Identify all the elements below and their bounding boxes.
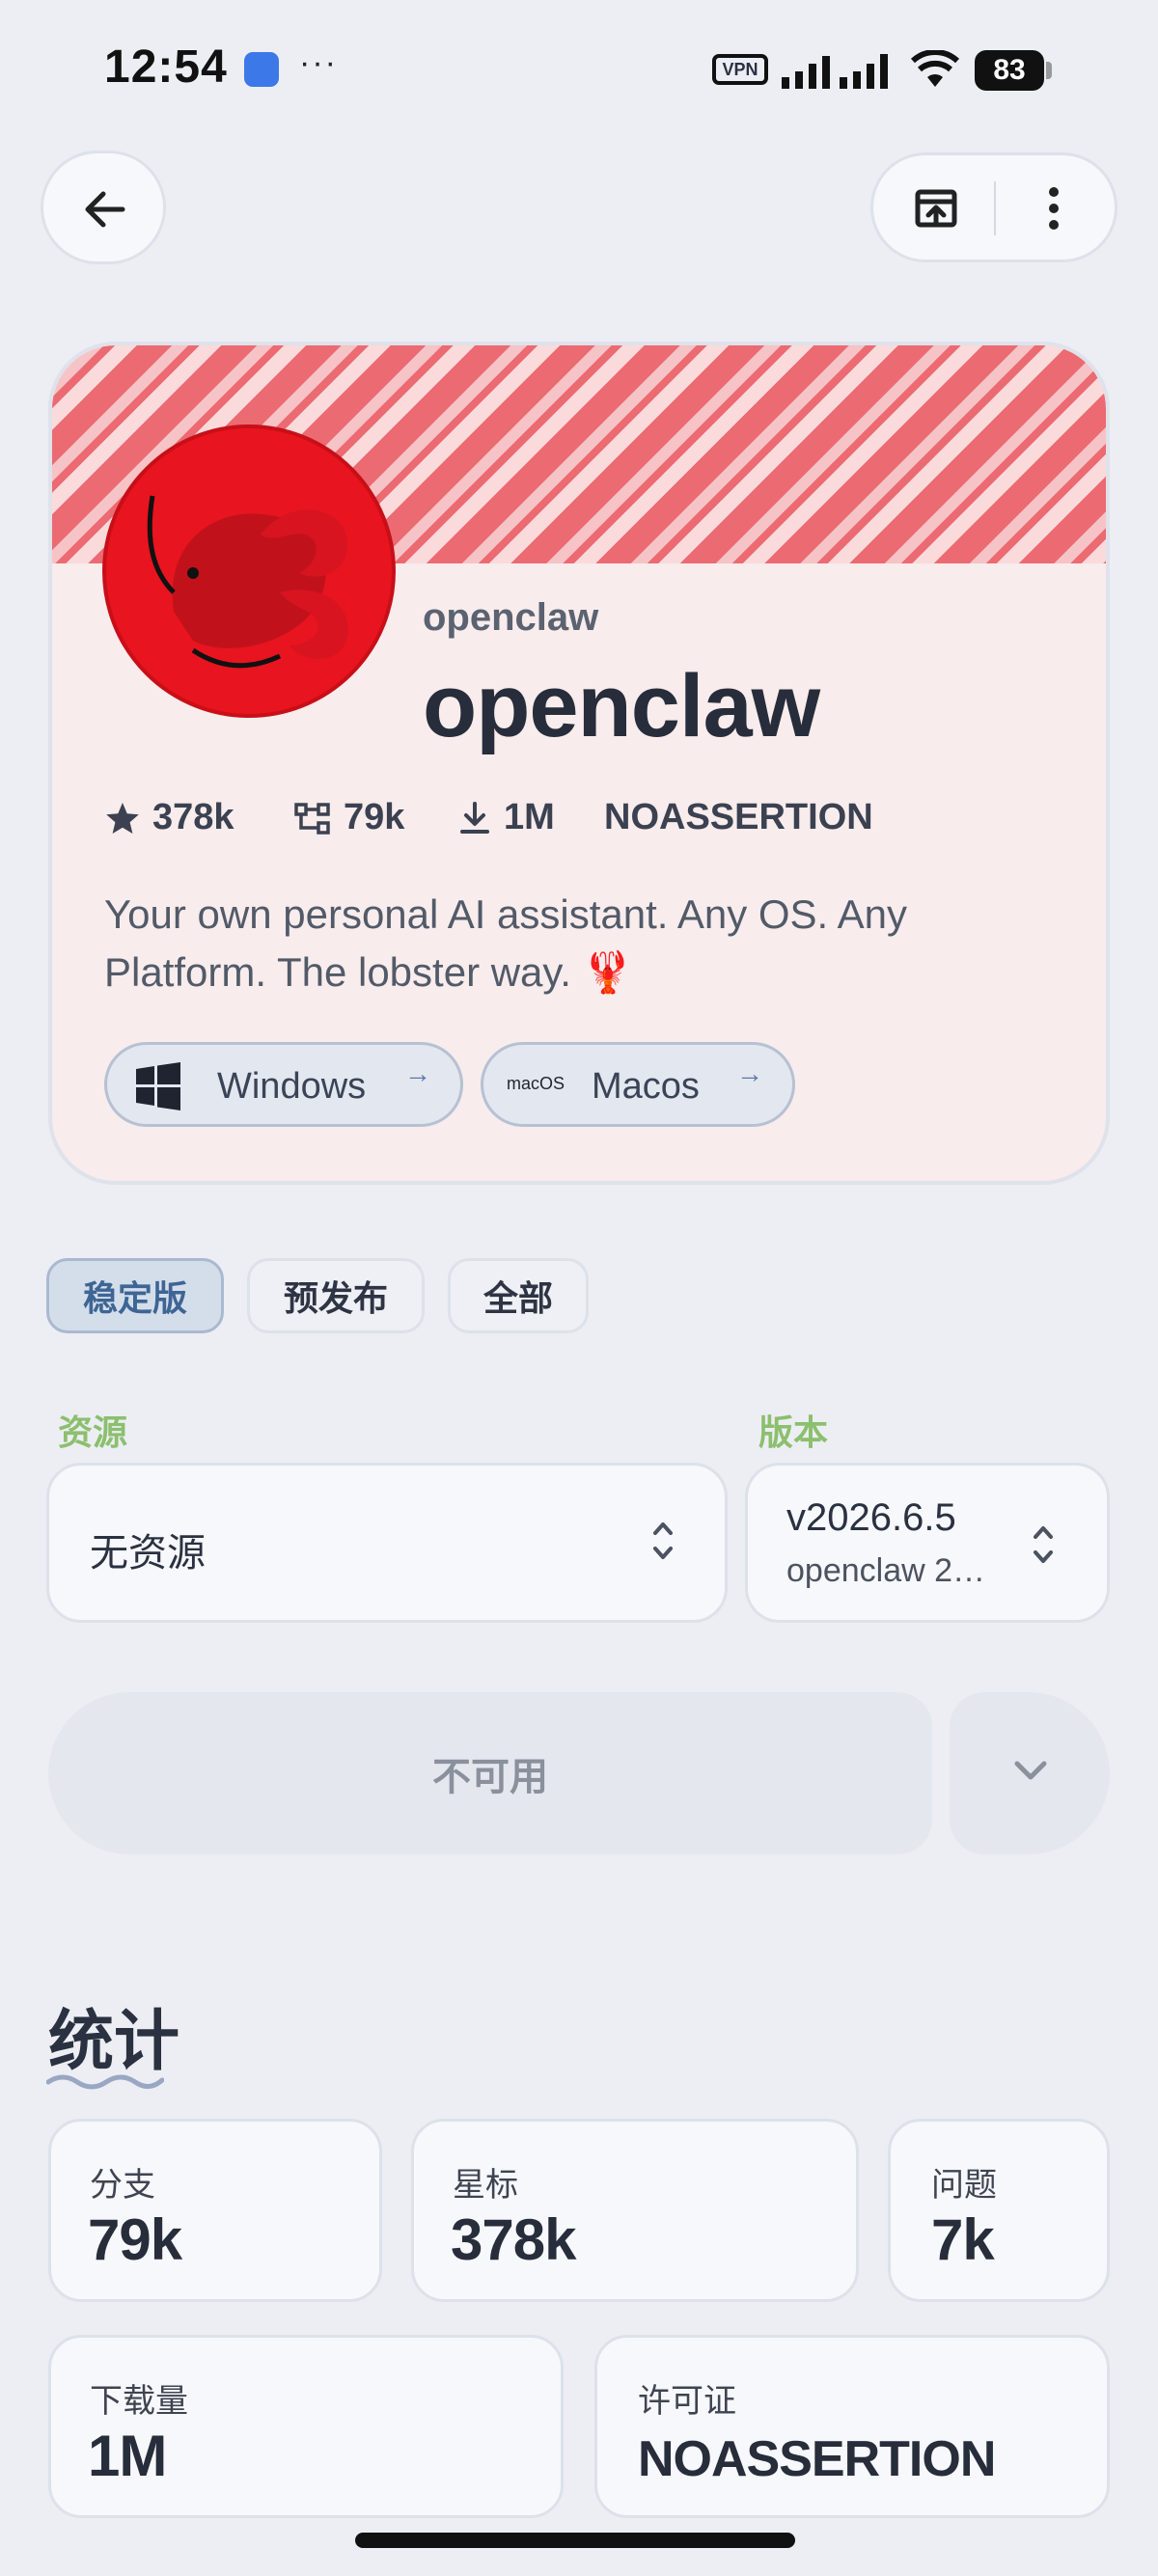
stars-count: 378k	[152, 797, 234, 837]
app-notification-icon	[244, 52, 279, 87]
chevron-down-icon	[1014, 1761, 1047, 1780]
repo-owner: openclaw	[423, 596, 599, 639]
tab-all[interactable]: 全部	[448, 1258, 589, 1333]
platform-chip-macos[interactable]: macOS Macos →	[481, 1042, 795, 1127]
more-vertical-icon	[1049, 187, 1059, 230]
battery-icon: 83	[975, 50, 1044, 91]
back-button[interactable]	[41, 151, 166, 264]
cellular-signal-icon	[782, 54, 888, 89]
stars-stat: 378k	[104, 797, 234, 838]
more-notifications-icon: ···	[299, 44, 338, 81]
forks-stat: 79k	[293, 797, 404, 838]
stat-card-downloads: 下载量 1M	[48, 2335, 564, 2518]
asset-value: 无资源	[90, 1532, 206, 1575]
platform-chip-label: Windows	[217, 1066, 367, 1107]
arrow-left-icon	[85, 191, 125, 228]
download-button-disabled[interactable]: 不可用	[48, 1692, 932, 1854]
status-time: 12:54	[104, 41, 228, 93]
windows-icon	[136, 1062, 180, 1110]
asset-select[interactable]: 无资源	[46, 1463, 728, 1623]
downloads-stat: 1M	[457, 797, 555, 838]
platform-chip-label: Macos	[592, 1066, 700, 1107]
stat-card-value: 378k	[451, 2207, 576, 2272]
download-icon	[460, 801, 489, 834]
macos-icon: macOS	[507, 1074, 565, 1093]
share-button[interactable]	[873, 155, 995, 260]
star-icon	[106, 802, 139, 834]
repo-name: openclaw	[423, 657, 820, 755]
stat-card-forks: 分支 79k	[48, 2119, 382, 2302]
chevron-up-down-icon	[1030, 1520, 1057, 1575]
platform-chip-windows[interactable]: Windows →	[104, 1042, 463, 1127]
stat-card-value: 7k	[931, 2207, 995, 2272]
open-external-icon	[915, 189, 957, 228]
stat-card-label: 分支	[90, 2167, 155, 2204]
title-underline	[46, 2074, 164, 2090]
repo-logo	[102, 425, 396, 718]
arrow-right-icon: →	[404, 1058, 431, 1088]
stat-card-label: 下载量	[90, 2383, 188, 2420]
tab-stable[interactable]: 稳定版	[46, 1258, 224, 1333]
stat-card-stars: 星标 378k	[411, 2119, 859, 2302]
repo-description: Your own personal AI assistant. Any OS. …	[104, 891, 907, 995]
forks-count: 79k	[344, 797, 405, 837]
stat-card-label: 问题	[931, 2167, 997, 2204]
license-stat: NOASSERTION	[604, 797, 873, 838]
fork-icon	[294, 802, 330, 835]
download-options-button[interactable]	[950, 1692, 1110, 1854]
version-select[interactable]: v2026.6.5 openclaw 2…	[745, 1463, 1110, 1623]
tab-prerelease[interactable]: 预发布	[247, 1258, 425, 1333]
downloads-count: 1M	[504, 797, 555, 837]
stat-card-label: 许可证	[638, 2383, 736, 2420]
version-value: v2026.6.5	[786, 1496, 956, 1539]
stat-card-value: 79k	[88, 2207, 182, 2272]
more-options-button[interactable]	[997, 155, 1115, 260]
version-subtitle: openclaw 2…	[786, 1552, 986, 1589]
stat-card-value: 1M	[88, 2424, 167, 2488]
stats-title: 统计	[48, 2005, 180, 2078]
asset-label: 资源	[58, 1412, 128, 1452]
version-label: 版本	[758, 1412, 829, 1452]
home-indicator[interactable]	[355, 2533, 795, 2548]
license-text: NOASSERTION	[604, 797, 873, 837]
stat-card-issues: 问题 7k	[888, 2119, 1110, 2302]
arrow-right-icon: →	[736, 1058, 763, 1088]
battery-tip	[1046, 62, 1052, 79]
stat-card-label: 星标	[453, 2167, 518, 2204]
stat-card-license: 许可证 NOASSERTION	[594, 2335, 1110, 2518]
lobster-icon	[147, 495, 348, 669]
action-divider	[994, 181, 996, 235]
chevron-up-down-icon	[649, 1516, 676, 1570]
vpn-icon: VPN	[712, 54, 768, 85]
stat-card-value: NOASSERTION	[638, 2431, 996, 2487]
wifi-icon	[911, 50, 959, 87]
